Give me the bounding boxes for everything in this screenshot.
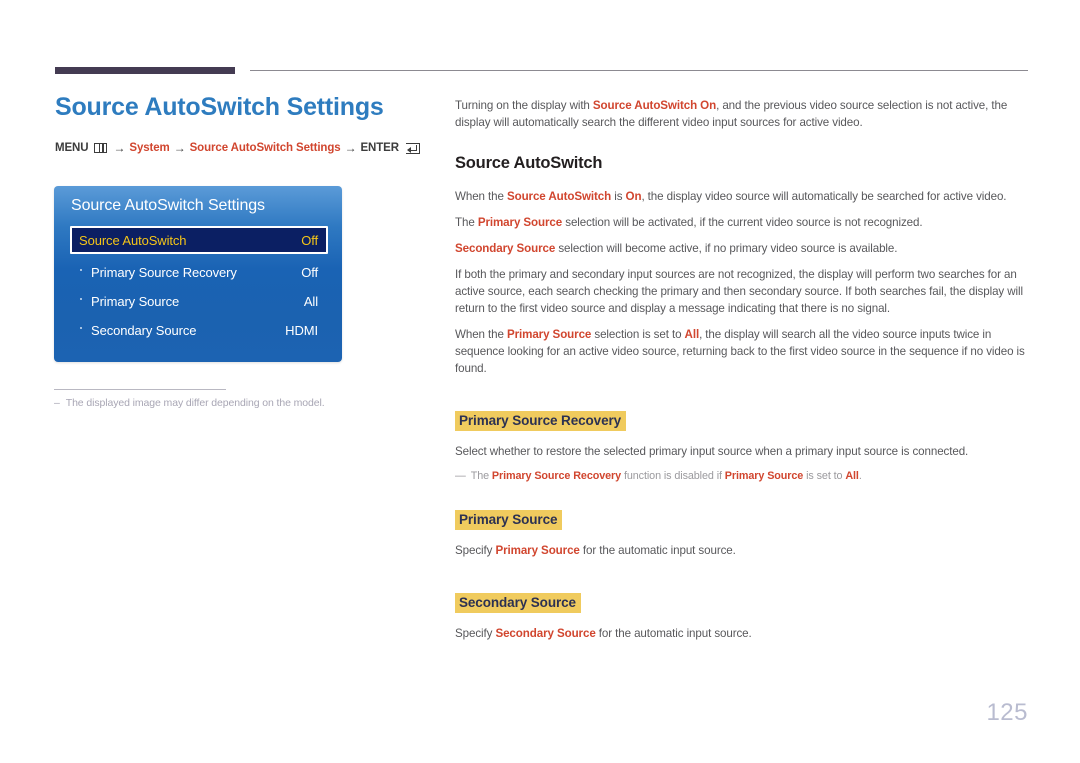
osd-menu-panel: Source AutoSwitch Settings Source AutoSw…	[54, 186, 342, 362]
osd-item-source-autoswitch[interactable]: Source AutoSwitch Off	[70, 226, 328, 254]
osd-item-primary-source[interactable]: Primary Source All	[70, 287, 328, 316]
s3p1-c: for the automatic input source.	[579, 544, 736, 558]
osd-item-label: Primary Source	[91, 294, 180, 309]
breadcrumb-step-source-autoswitch-settings: Source AutoSwitch Settings	[189, 142, 341, 155]
s1p2-a: The	[455, 216, 478, 230]
intro-text-a: Turning on the display with	[455, 99, 593, 112]
section2-note-text: The Primary Source Recovery function is …	[471, 469, 862, 485]
osd-item-value: Off	[301, 265, 318, 280]
section-title-primary-source: Primary Source	[455, 510, 563, 531]
menu-bars-icon	[94, 143, 108, 154]
intro-term-source-autoswitch-on: Source AutoSwitch On	[592, 99, 717, 112]
osd-item-label: Secondary Source	[91, 323, 197, 338]
osd-item-label: Primary Source Recovery	[91, 265, 237, 280]
s1p3-term-secondary-source: Secondary Source	[455, 242, 556, 256]
image-note-dash: –	[54, 397, 60, 409]
osd-item-value: Off	[301, 232, 318, 248]
header-rule-thick	[55, 67, 235, 74]
section2-note: — The Primary Source Recovery function is…	[455, 469, 1030, 485]
left-column: Source AutoSwitch Settings MENU → System…	[55, 92, 425, 156]
osd-panel-title: Source AutoSwitch Settings	[71, 197, 265, 214]
note-dash: —	[455, 470, 466, 483]
breadcrumb-enter-label: ENTER	[360, 142, 399, 155]
breadcrumb-arrow-2: →	[173, 141, 186, 156]
section1-paragraph-5: When the Primary Source selection is set…	[455, 326, 1030, 377]
section3-paragraph-1: Specify Primary Source for the automatic…	[455, 542, 1030, 559]
s1p1-c: is	[611, 190, 626, 204]
s2n-e: is set to	[803, 470, 846, 483]
s3p1-a: Specify	[455, 544, 496, 558]
s1p1-term-on: On	[625, 190, 642, 204]
osd-item-label: Source AutoSwitch	[79, 232, 187, 248]
section4-paragraph-1: Specify Secondary Source for the automat…	[455, 625, 1030, 642]
breadcrumb-menu-label: MENU	[55, 142, 89, 155]
s2n-term-primary-source-recovery: Primary Source Recovery	[491, 470, 622, 483]
section2-paragraph-1: Select whether to restore the selected p…	[455, 445, 969, 459]
section1-paragraph-4: If both the primary and secondary input …	[455, 268, 1023, 316]
right-column: Turning on the display with Source AutoS…	[455, 97, 1030, 651]
s1p1-term-source-autoswitch: Source AutoSwitch	[506, 190, 612, 204]
page-number: 125	[986, 699, 1028, 726]
s2n-term-primary-source: Primary Source	[724, 470, 804, 483]
s4p1-c: for the automatic input source.	[595, 627, 752, 641]
s1p2-term-primary-source: Primary Source	[477, 216, 563, 230]
section1-paragraph-3: Secondary Source selection will become a…	[455, 240, 1030, 257]
s2n-g: .	[858, 470, 862, 483]
s1p5-a: When the	[455, 328, 507, 342]
s1p5-term-all: All	[684, 328, 700, 342]
breadcrumb: MENU → System → Source AutoSwitch Settin…	[55, 140, 425, 156]
s1p1-a: When the	[455, 190, 507, 204]
header-rule-thin	[250, 70, 1028, 71]
enter-return-icon	[405, 142, 420, 154]
breadcrumb-step-system: System	[129, 142, 170, 155]
breadcrumb-arrow-3: →	[344, 141, 357, 156]
osd-item-primary-source-recovery[interactable]: Primary Source Recovery Off	[70, 258, 328, 287]
section1-paragraph-1: When the Source AutoSwitch is On, the di…	[455, 188, 1030, 205]
osd-item-value: All	[303, 294, 318, 309]
section-title-secondary-source: Secondary Source	[455, 593, 581, 614]
s1p2-c: selection will be activated, if the curr…	[562, 216, 923, 230]
s2n-term-all: All	[845, 470, 859, 483]
section-title-source-autoswitch: Source AutoSwitch	[455, 154, 603, 173]
s1p5-c: selection is set to	[591, 328, 685, 342]
s1p1-e: , the display video source will automati…	[641, 190, 1007, 204]
intro-paragraph: Turning on the display with Source AutoS…	[455, 97, 1030, 131]
image-note: – The displayed image may differ dependi…	[54, 397, 394, 409]
breadcrumb-arrow-1: →	[113, 141, 126, 156]
section-title-primary-source-recovery: Primary Source Recovery	[455, 411, 627, 432]
s2n-a: The	[470, 470, 492, 483]
page-title: Source AutoSwitch Settings	[55, 93, 384, 121]
osd-item-secondary-source[interactable]: Secondary Source HDMI	[70, 316, 328, 345]
s1p5-term-primary-source: Primary Source	[506, 328, 592, 342]
image-note-divider	[54, 389, 226, 390]
section1-paragraph-2: The Primary Source selection will be act…	[455, 214, 1030, 231]
s4p1-a: Specify	[455, 627, 496, 641]
s3p1-term-primary-source: Primary Source	[495, 544, 580, 558]
image-note-text: The displayed image may differ depending…	[65, 397, 325, 409]
osd-item-value: HDMI	[285, 323, 318, 338]
s2n-c: function is disabled if	[621, 470, 725, 483]
s1p3-b: selection will become active, if no prim…	[555, 242, 898, 256]
s4p1-term-secondary-source: Secondary Source	[495, 627, 596, 641]
osd-menu-list: Source AutoSwitch Off Primary Source Rec…	[70, 226, 328, 345]
